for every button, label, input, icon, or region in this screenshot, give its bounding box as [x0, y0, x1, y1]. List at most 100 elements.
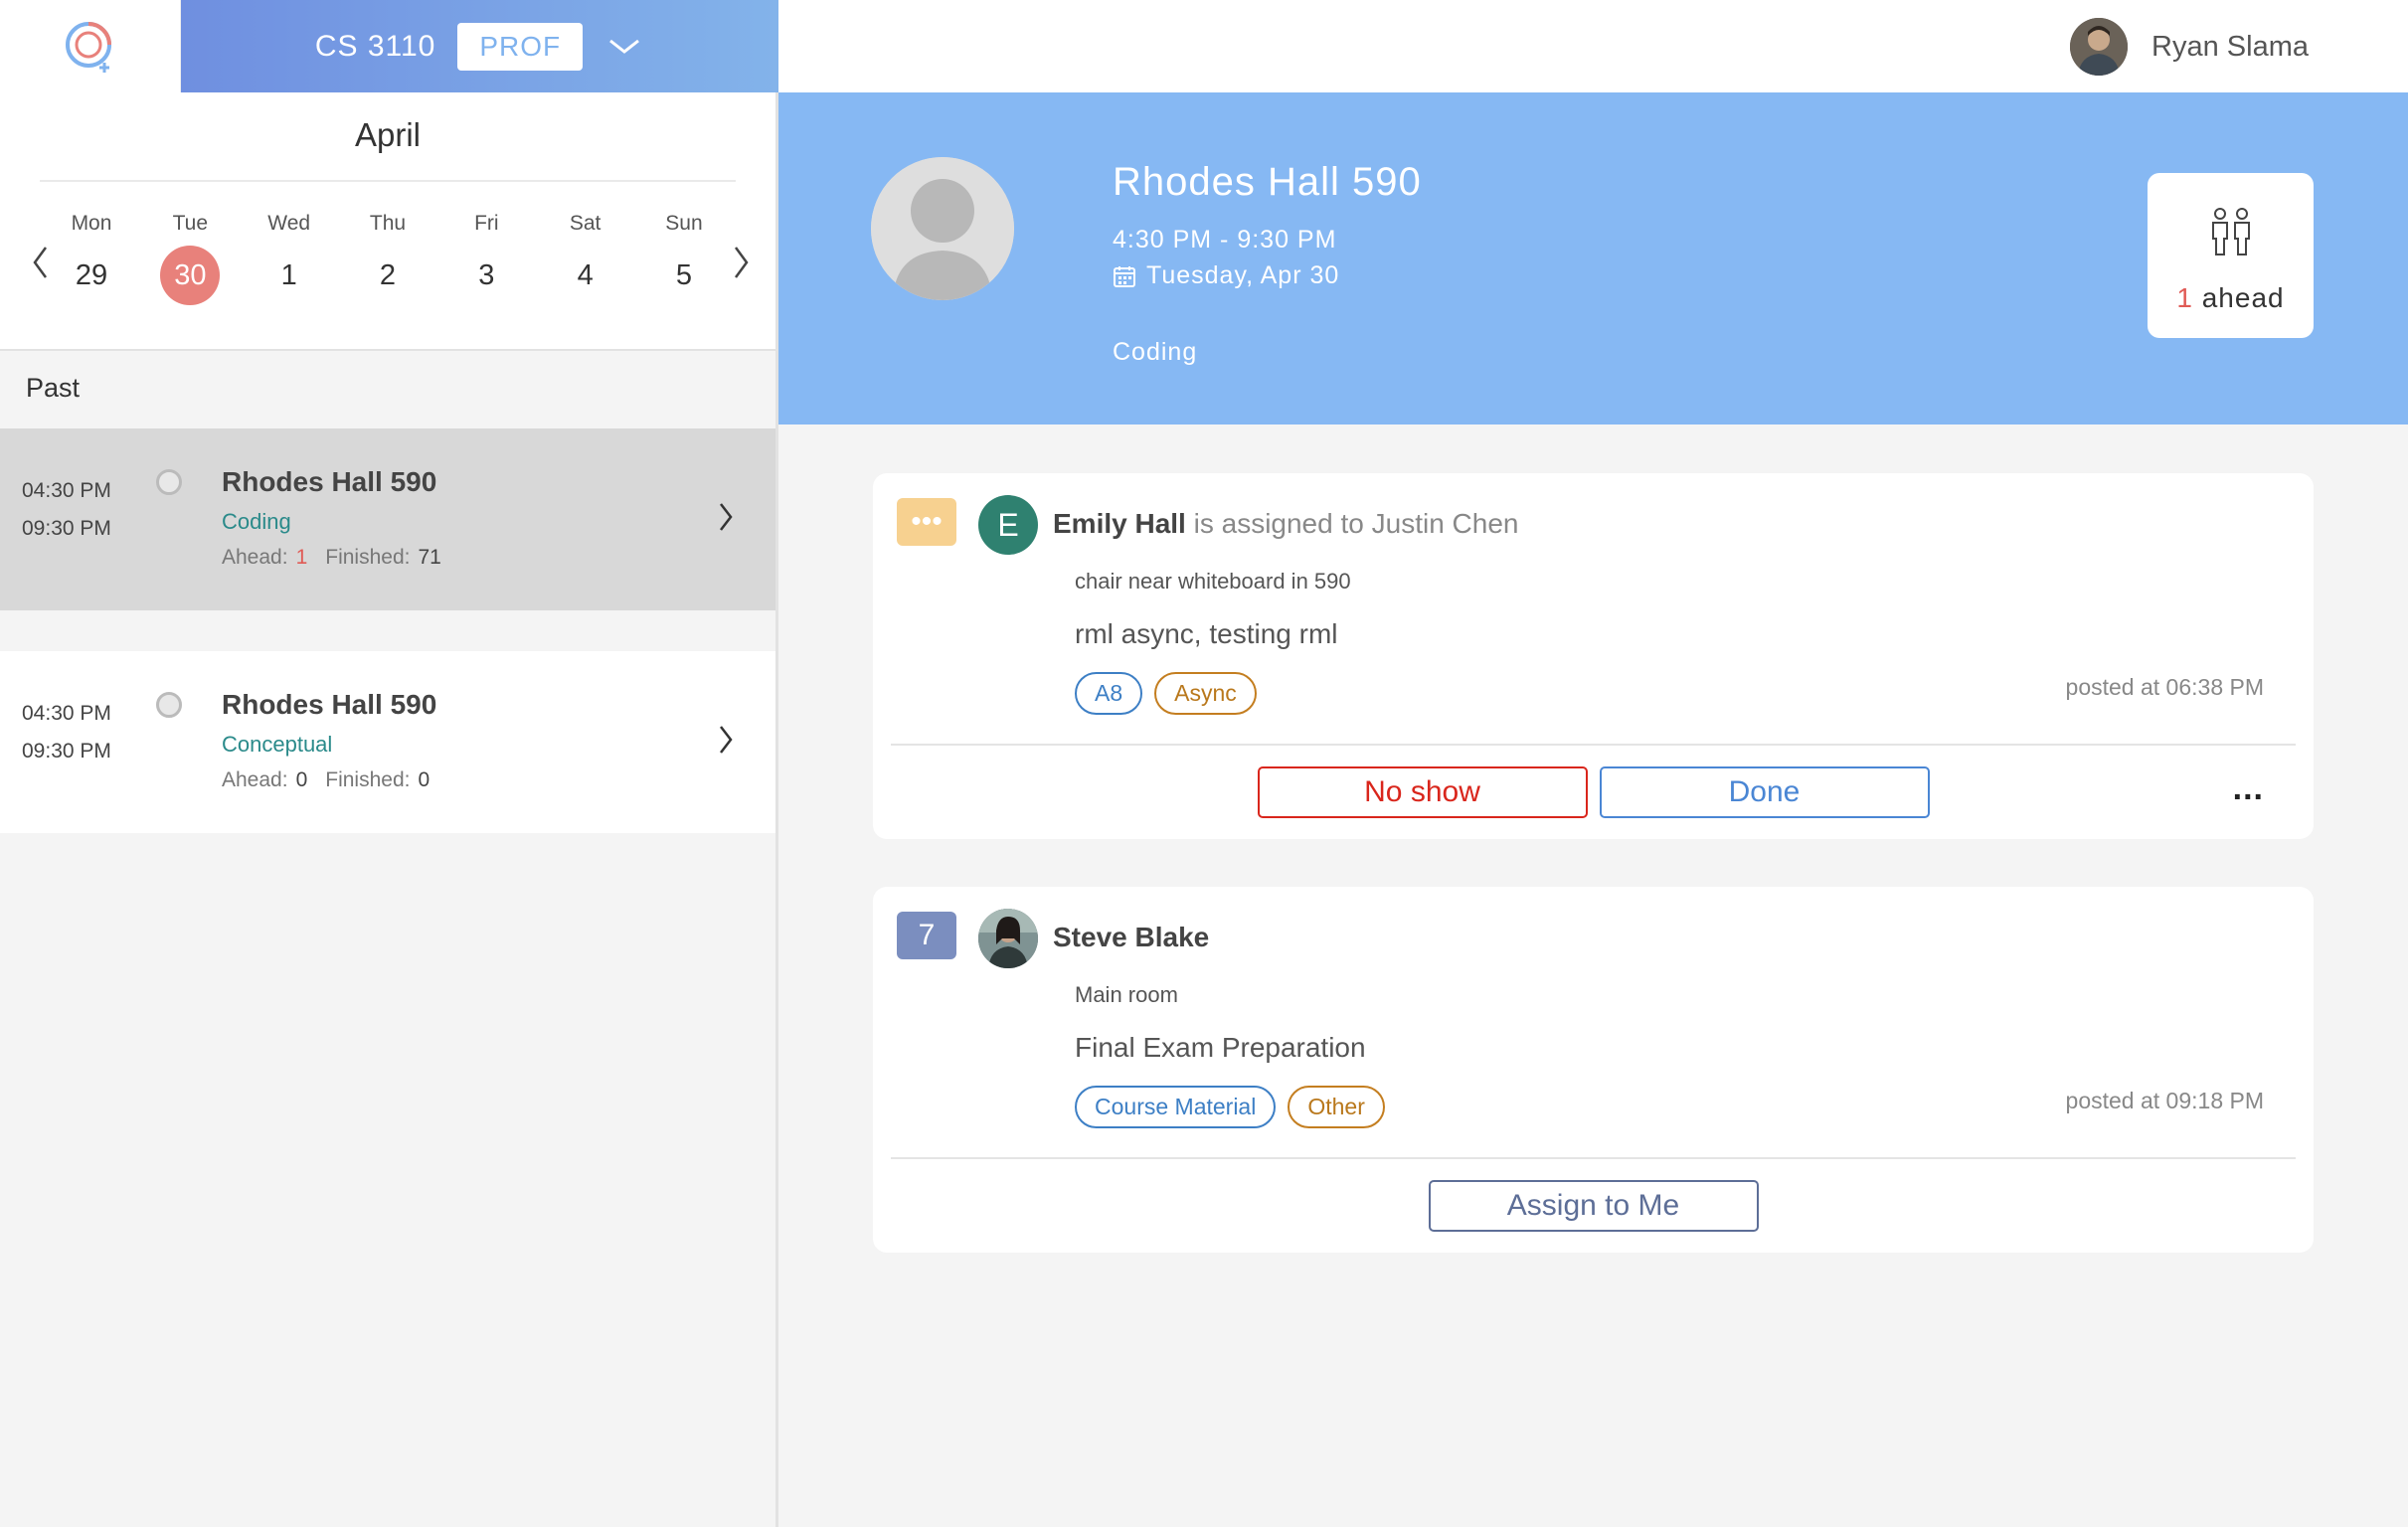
finished-label: Finished:: [325, 546, 411, 569]
ahead-label: Ahead:: [222, 768, 288, 791]
assign-to-me-button[interactable]: Assign to Me: [1428, 1180, 1759, 1232]
session-stats: Ahead: 1 Finished: 71: [222, 546, 459, 570]
user-name: Ryan Slama: [2151, 30, 2309, 63]
selected-day-number: 30: [160, 246, 221, 305]
ahead-summary: 1 ahead: [2148, 282, 2314, 314]
tag-list: A8 Async: [1075, 672, 1257, 715]
ahead-count: 0: [295, 768, 308, 791]
divider: [891, 744, 2296, 746]
tag[interactable]: A8: [1075, 672, 1143, 715]
section-label-past: Past: [26, 373, 81, 403]
session-stats: Ahead: 0 Finished: 0: [222, 768, 447, 792]
tag[interactable]: Other: [1288, 1086, 1385, 1128]
ahead-label: ahead: [2201, 282, 2285, 313]
day-number: 1: [280, 259, 297, 291]
day-of-week: Tue: [172, 212, 209, 235]
more-options-icon[interactable]: ...: [2233, 769, 2264, 808]
ahead-label: Ahead:: [222, 546, 288, 569]
chevron-left-icon[interactable]: [30, 242, 50, 287]
question-actions: No show Done: [873, 766, 2314, 818]
user-menu[interactable]: Ryan Slama: [2070, 18, 2309, 76]
avatar: [2070, 18, 2129, 76]
session-topic: Coding: [1113, 338, 1198, 366]
role-badge: PROF: [457, 22, 584, 71]
finished-count: 71: [418, 546, 441, 569]
radio-circle-icon: [156, 692, 182, 718]
ahead-card: 1 ahead: [2148, 173, 2314, 338]
day-number: 3: [478, 259, 495, 291]
session-header: Rhodes Hall 590 4:30 PM - 9:30 PM Tuesda…: [778, 92, 2408, 424]
course-selector[interactable]: CS 3110 PROF: [181, 0, 778, 92]
finished-count: 0: [418, 768, 430, 791]
tag-list: Course Material Other: [1075, 1086, 1385, 1128]
student-name: Steve Blake: [1053, 922, 1210, 952]
day-number: 29: [75, 259, 108, 291]
day-number: 5: [675, 259, 693, 291]
session-start-time: 04:30 PM: [22, 479, 111, 502]
question-location: Main room: [1075, 982, 1178, 1007]
question-content: Final Exam Preparation: [1075, 1032, 1366, 1063]
chevron-down-icon[interactable]: [604, 32, 644, 62]
session-title: Rhodes Hall 590: [222, 466, 437, 497]
chevron-right-icon: [718, 498, 734, 540]
day-fri[interactable]: Fri 3: [454, 212, 518, 305]
question-card: 7 Steve Blake Main room Final Exam Prepa…: [873, 887, 2314, 1253]
day-of-week: Fri: [474, 212, 499, 235]
assignment-text: is assigned to Justin Chen: [1185, 508, 1519, 539]
day-of-week: Sat: [569, 212, 602, 235]
queue-position-badge: 7: [897, 912, 956, 959]
avatar: E: [978, 495, 1038, 555]
session-times: 04:30 PM 09:30 PM: [22, 472, 111, 548]
avatar: [978, 909, 1038, 968]
main-panel: Ryan Slama Rhodes Hall 590 4:30 PM - 9:3…: [778, 0, 2408, 1527]
finished-label: Finished:: [325, 768, 411, 791]
session-date-text: Tuesday, Apr 30: [1146, 261, 1340, 289]
day-wed[interactable]: Wed 1: [258, 212, 321, 305]
student-name: Emily Hall: [1053, 508, 1186, 539]
tag[interactable]: Async: [1154, 672, 1257, 715]
people-icon: [2212, 208, 2250, 255]
course-header: CS 3110 PROF: [0, 0, 778, 92]
session-topic: Coding: [222, 509, 291, 534]
day-sat[interactable]: Sat 4: [554, 212, 617, 305]
session-item[interactable]: 04:30 PM 09:30 PM Rhodes Hall 590 Concep…: [0, 651, 775, 833]
no-show-button[interactable]: No show: [1257, 766, 1588, 818]
session-title: Rhodes Hall 590: [222, 689, 437, 720]
calendar-icon: [1114, 265, 1135, 287]
course-name: CS 3110: [314, 29, 436, 63]
day-of-week: Mon: [71, 212, 112, 235]
month-label: April: [354, 116, 422, 153]
session-date: Tuesday, Apr 30: [1113, 261, 1339, 290]
session-title: Rhodes Hall 590: [1113, 160, 1422, 204]
question-header: Emily Hall is assigned to Justin Chen: [1053, 508, 1518, 540]
divider: [891, 1157, 2296, 1159]
posted-time: posted at 06:38 PM: [2065, 674, 2264, 700]
session-end-time: 09:30 PM: [22, 517, 111, 540]
divider: [40, 180, 736, 182]
day-tue[interactable]: Tue 30: [158, 212, 222, 305]
ahead-count: 1: [295, 546, 308, 569]
chevron-right-icon: [718, 721, 734, 763]
day-of-week: Sun: [665, 212, 703, 235]
session-topic: Conceptual: [222, 732, 333, 757]
week-days: Mon 29 Tue 30 Wed 1 Thu 2 Fri 3 Sat 4 Sun 5: [60, 212, 716, 305]
day-sun[interactable]: Sun 5: [652, 212, 716, 305]
chevron-right-icon[interactable]: [732, 242, 752, 287]
ahead-count: 1: [2176, 282, 2193, 313]
day-mon[interactable]: Mon 29: [60, 212, 123, 305]
radio-circle-icon: [156, 469, 182, 495]
week-calendar: April Mon 29 Tue 30 Wed 1 Thu 2 Fri 3 Sat 4 Su…: [0, 92, 775, 351]
session-item[interactable]: 04:30 PM 09:30 PM Rhodes Hall 590 Coding…: [0, 428, 775, 610]
day-thu[interactable]: Thu 2: [356, 212, 420, 305]
question-actions: Assign to Me: [873, 1180, 2314, 1232]
session-avatar: [871, 157, 1014, 300]
day-of-week: Thu: [369, 212, 407, 235]
question-card: ••• E Emily Hall is assigned to Justin C…: [873, 473, 2314, 839]
done-button[interactable]: Done: [1599, 766, 1930, 818]
day-number: 4: [577, 259, 594, 291]
tag[interactable]: Course Material: [1075, 1086, 1277, 1128]
posted-time: posted at 09:18 PM: [2065, 1088, 2264, 1113]
app-logo[interactable]: [0, 0, 181, 92]
day-of-week: Wed: [267, 212, 311, 235]
question-location: chair near whiteboard in 590: [1075, 569, 1351, 594]
